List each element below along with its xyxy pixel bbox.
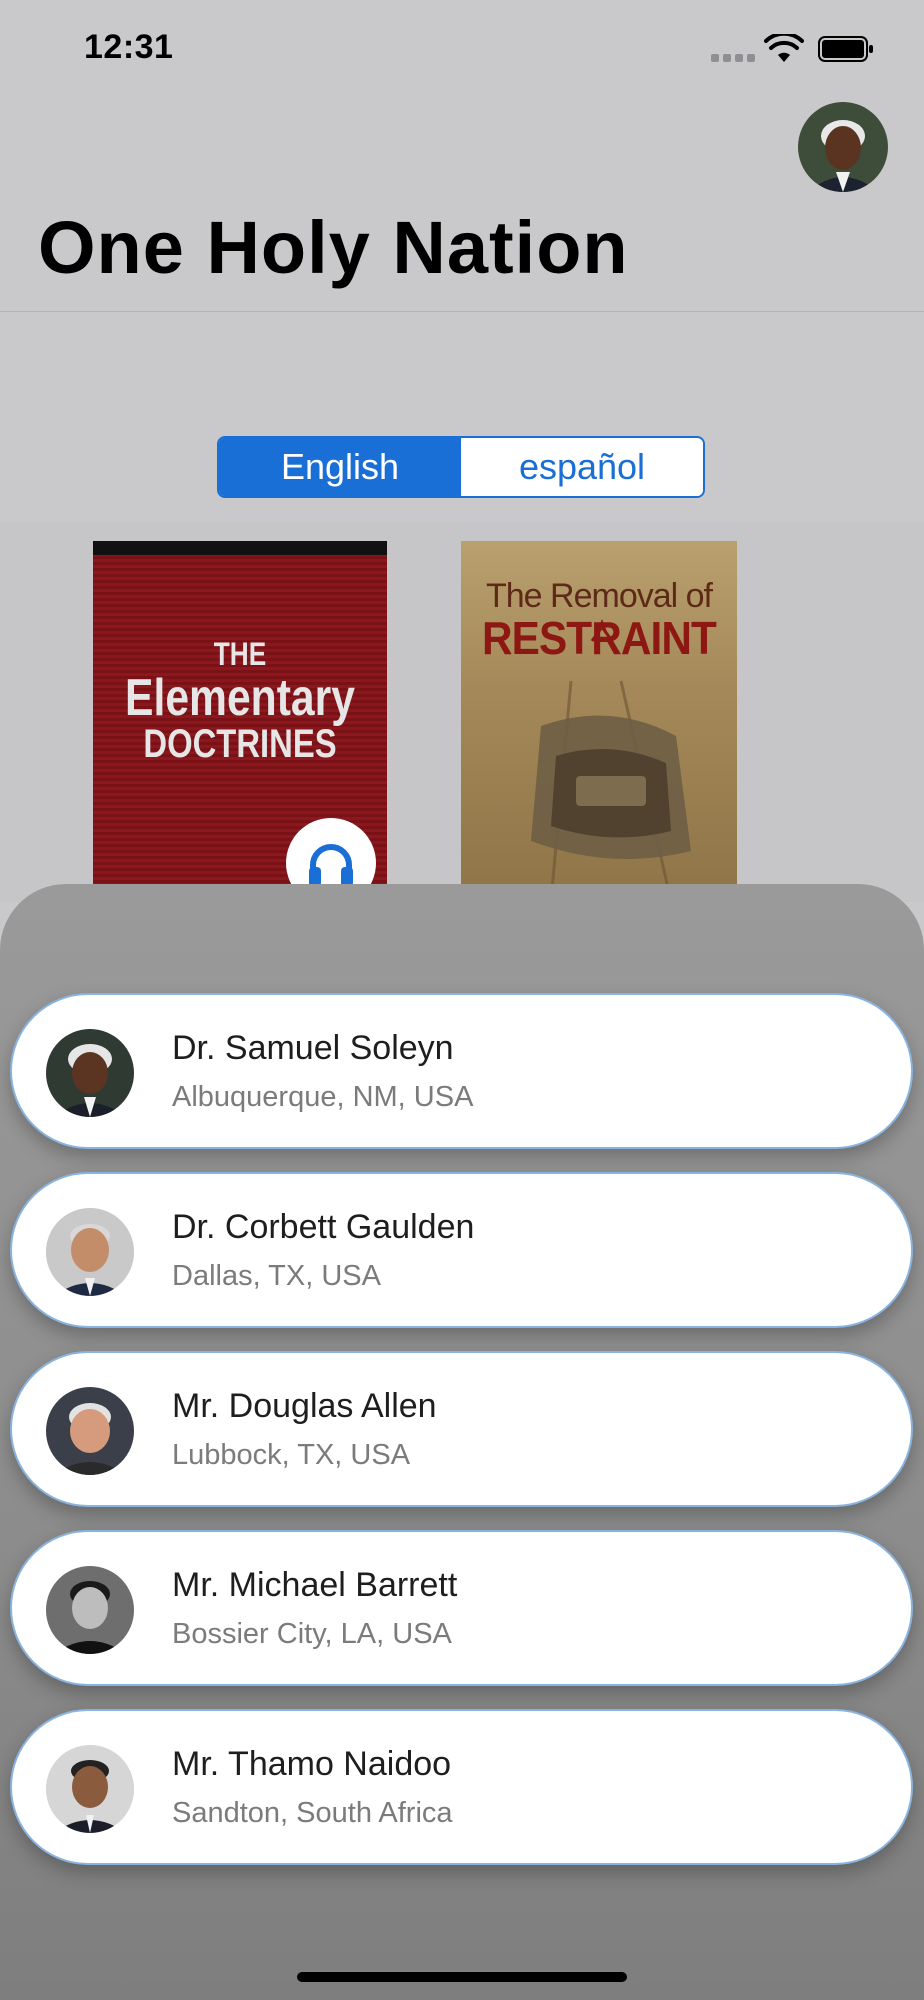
speaker-card[interactable]: Mr. Thamo Naidoo Sandton, South Africa: [10, 1709, 913, 1865]
avatar-portrait-icon: [798, 102, 888, 192]
headphones-icon: [309, 844, 353, 887]
book-cover-removal-of-restraint[interactable]: The Removal of RESTRAINT: [461, 541, 737, 901]
battery-icon: [818, 36, 873, 62]
speaker-location: Bossier City, LA, USA: [172, 1618, 452, 1650]
speaker-location: Albuquerque, NM, USA: [172, 1081, 474, 1113]
header-divider: [0, 311, 924, 312]
profile-avatar[interactable]: [798, 102, 888, 192]
avatar: [46, 1208, 134, 1296]
home-indicator[interactable]: [297, 1972, 627, 1982]
speaker-name: Dr. Corbett Gaulden: [172, 1208, 475, 1246]
speaker-name: Mr. Michael Barrett: [172, 1566, 458, 1604]
language-segmented-control[interactable]: English español: [217, 436, 705, 498]
avatar: [46, 1387, 134, 1475]
avatar: [46, 1566, 134, 1654]
speaker-card[interactable]: Mr. Michael Barrett Bossier City, LA, US…: [10, 1530, 913, 1686]
book-title-line: Elementary: [125, 669, 355, 727]
segment-english[interactable]: English: [219, 438, 461, 496]
speaker-card[interactable]: Dr. Samuel Soleyn Albuquerque, NM, USA: [10, 993, 913, 1149]
speaker-portrait-icon: [46, 1387, 134, 1475]
speaker-portrait-icon: [46, 1566, 134, 1654]
speaker-location: Sandton, South Africa: [172, 1797, 453, 1829]
speaker-portrait-icon: [46, 1745, 134, 1833]
speaker-card[interactable]: Mr. Douglas Allen Lubbock, TX, USA: [10, 1351, 913, 1507]
avatar: [46, 1029, 134, 1117]
page-title: One Holy Nation: [38, 206, 629, 289]
wifi-icon: [764, 34, 804, 62]
speaker-portrait-icon: [46, 1029, 134, 1117]
book-title-line: DOCTRINES: [143, 722, 337, 766]
status-time: 12:31: [84, 28, 174, 66]
speaker-location: Lubbock, TX, USA: [172, 1439, 411, 1471]
speaker-location: Dallas, TX, USA: [172, 1260, 381, 1292]
speaker-portrait-icon: [46, 1208, 134, 1296]
speaker-name: Mr. Thamo Naidoo: [172, 1745, 452, 1783]
train-illustration-icon: [531, 618, 691, 901]
avatar: [46, 1745, 134, 1833]
speaker-name: Mr. Douglas Allen: [172, 1387, 437, 1425]
status-bar: 12:31: [0, 0, 924, 100]
speaker-card[interactable]: Dr. Corbett Gaulden Dallas, TX, USA: [10, 1172, 913, 1328]
cellular-signal-icon: [711, 54, 755, 62]
segment-espanol[interactable]: español: [461, 438, 703, 496]
speaker-name: Dr. Samuel Soleyn: [172, 1029, 454, 1067]
